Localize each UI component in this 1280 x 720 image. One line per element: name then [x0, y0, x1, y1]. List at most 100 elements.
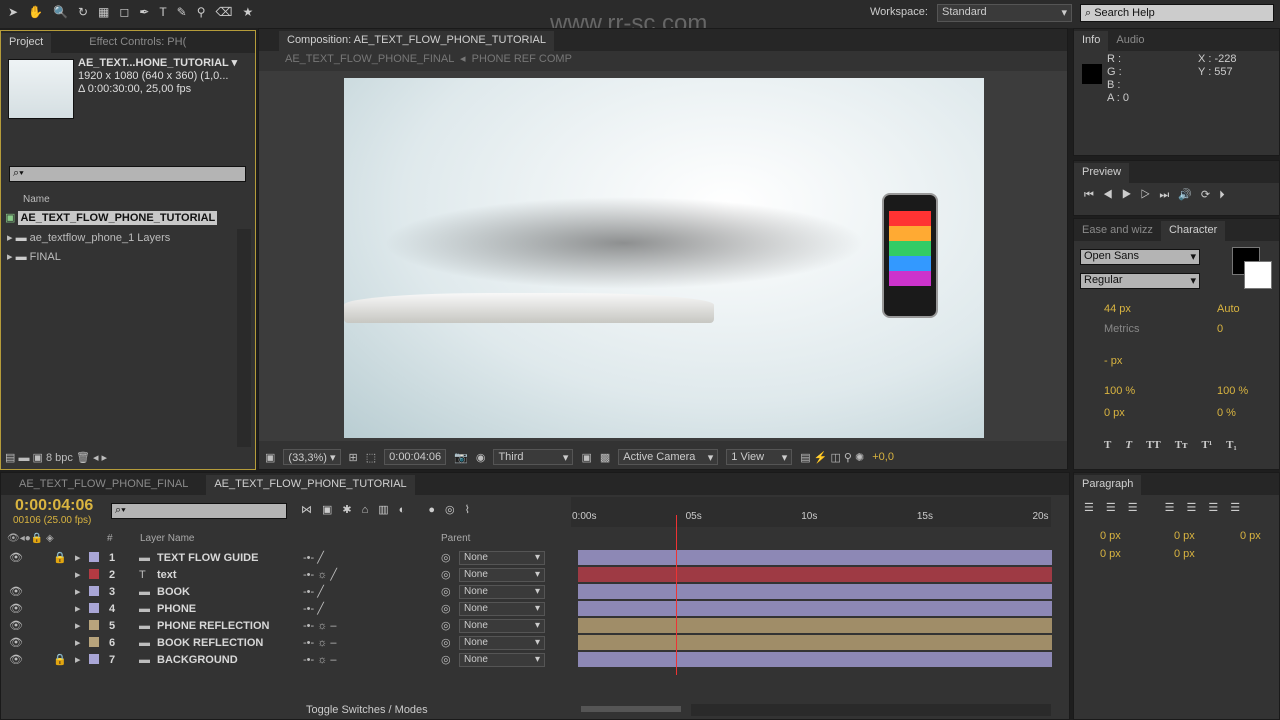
bpc-label[interactable]: 8 bpc: [46, 452, 73, 464]
search-help-input[interactable]: ⌕ Search Help: [1080, 4, 1274, 22]
parent-select[interactable]: None ▾: [459, 652, 545, 667]
layer-row[interactable]: 👁 ▸ 6 ▬ BOOK REFLECTION -•- ☼ – ◎ None ▾: [1, 634, 1071, 651]
project-scrollbar[interactable]: [237, 229, 251, 447]
layer-name[interactable]: text: [157, 569, 177, 581]
comp-name[interactable]: AE_TEXT...HONE_TUTORIAL ▾: [78, 57, 237, 70]
comp-viewer[interactable]: [259, 71, 1067, 441]
layer-name[interactable]: BACKGROUND: [157, 654, 238, 666]
pickwhip-icon[interactable]: ◎: [441, 619, 451, 632]
visibility-icon[interactable]: 👁: [9, 636, 23, 649]
lock-icon[interactable]: 🔒: [53, 653, 67, 666]
layer-duration-bar[interactable]: [578, 618, 1052, 633]
parent-select[interactable]: None ▾: [459, 550, 545, 565]
parent-select[interactable]: None ▾: [459, 567, 545, 582]
pickwhip-icon[interactable]: ◎: [441, 568, 451, 581]
visibility-icon[interactable]: 👁: [9, 653, 23, 666]
visibility-icon[interactable]: 👁: [9, 585, 23, 598]
layer-duration-bar[interactable]: [578, 584, 1052, 599]
superscript-button[interactable]: T¹: [1202, 439, 1213, 451]
baseline-shift-value[interactable]: 0 px: [1104, 407, 1125, 419]
pickwhip-icon[interactable]: ◎: [441, 585, 451, 598]
layer-switches[interactable]: -•- ╱: [303, 551, 324, 564]
layer-name[interactable]: PHONE REFLECTION: [157, 620, 269, 632]
roi-icon[interactable]: ▣: [581, 451, 591, 464]
font-size-value[interactable]: 44 px: [1104, 303, 1131, 315]
expand-arrow[interactable]: ▸: [75, 568, 81, 581]
tsume-value[interactable]: 0 %: [1217, 407, 1236, 419]
subscript-button[interactable]: T₁: [1226, 439, 1237, 451]
timeline-switch-icons[interactable]: ⋈▣✱⌂▥◐ ●◎⌇: [301, 503, 480, 516]
layer-switches[interactable]: -•- ☼ –: [303, 654, 337, 666]
parent-select[interactable]: None ▾: [459, 635, 545, 650]
label-color[interactable]: [89, 586, 99, 596]
vertical-scale-value[interactable]: 100 %: [1104, 385, 1135, 397]
layer-row[interactable]: 👁 🔒 ▸ 1 ▬ TEXT FLOW GUIDE -•- ╱ ◎ None ▾: [1, 549, 1071, 566]
pickwhip-icon[interactable]: ◎: [441, 551, 451, 564]
view-layout-select[interactable]: 1 View ▾: [726, 449, 793, 465]
expand-arrow[interactable]: ▸: [75, 653, 81, 666]
channels-icon[interactable]: ◉: [476, 451, 486, 464]
layer-switches[interactable]: -•- ☼ –: [303, 637, 337, 649]
small-caps-button[interactable]: Tт: [1175, 439, 1188, 451]
layer-duration-bar[interactable]: [578, 652, 1052, 667]
project-item[interactable]: ▣ AE_TEXT_FLOW_PHONE_TUTORIAL: [5, 211, 235, 228]
grid-icon[interactable]: ⊞: [349, 451, 358, 464]
col-parent[interactable]: Parent: [441, 533, 470, 544]
layer-duration-bar[interactable]: [578, 567, 1052, 582]
col-layer-name[interactable]: Layer Name: [140, 533, 194, 544]
column-name[interactable]: Name: [23, 194, 50, 205]
tab-character[interactable]: Character: [1160, 221, 1226, 241]
preview-controls[interactable]: ⏮◀▶▷⏭🔊⟳⏵: [1084, 188, 1234, 202]
indent-right-value[interactable]: 0 px: [1240, 530, 1261, 542]
tab-preview[interactable]: Preview: [1074, 163, 1130, 183]
tab-ease-and-wizz[interactable]: Ease and wizz: [1074, 221, 1161, 241]
stroke-color-swatch[interactable]: [1244, 261, 1272, 289]
checkerboard-icon[interactable]: ▩: [600, 451, 610, 464]
layer-name[interactable]: BOOK: [157, 586, 190, 598]
horizontal-scale-value[interactable]: 100 %: [1217, 385, 1248, 397]
layer-duration-bar[interactable]: [578, 601, 1052, 616]
indent-first-value[interactable]: 0 px: [1174, 530, 1195, 542]
layer-row[interactable]: 👁 🔒 ▸ 7 ▬ BACKGROUND -•- ☼ – ◎ None ▾: [1, 651, 1071, 668]
tab-audio[interactable]: Audio: [1108, 31, 1152, 51]
zoom-select[interactable]: (33,3%) ▾: [283, 449, 341, 465]
layer-name[interactable]: BOOK REFLECTION: [157, 637, 263, 649]
timeline-zoom-slider[interactable]: [581, 706, 681, 712]
align-buttons[interactable]: ☰☰☰ ☰☰☰☰: [1084, 501, 1252, 514]
label-color[interactable]: [89, 637, 99, 647]
layer-row[interactable]: 👁 ▸ 3 ▬ BOOK -•- ╱ ◎ None ▾: [1, 583, 1071, 600]
space-before-value[interactable]: 0 px: [1100, 548, 1121, 560]
indent-left-value[interactable]: 0 px: [1100, 530, 1121, 542]
visibility-icon[interactable]: 👁: [9, 619, 23, 632]
expand-arrow[interactable]: ▸: [75, 636, 81, 649]
tab-composition[interactable]: Composition: AE_TEXT_FLOW_PHONE_TUTORIAL: [279, 31, 554, 51]
label-color[interactable]: [89, 569, 99, 579]
layer-switches[interactable]: -•- ╱: [303, 602, 324, 615]
layer-switches[interactable]: -•- ☼ ╱: [303, 568, 337, 581]
stroke-width-value[interactable]: - px: [1104, 355, 1122, 367]
project-item[interactable]: ▸ ▬ FINAL: [7, 250, 61, 263]
resolution-select[interactable]: Third ▾: [493, 449, 574, 465]
parent-select[interactable]: None ▾: [459, 584, 545, 599]
all-caps-button[interactable]: TT: [1146, 439, 1161, 451]
font-family-select[interactable]: Open Sans ▾: [1080, 249, 1200, 265]
space-after-value[interactable]: 0 px: [1174, 548, 1195, 560]
camera-select[interactable]: Active Camera ▾: [618, 449, 719, 465]
timecode-field[interactable]: 0:00:04:06: [384, 449, 447, 465]
toggle-switches-modes-button[interactable]: Toggle Switches / Modes: [306, 704, 428, 716]
tab-effect-controls[interactable]: Effect Controls: PH(: [81, 33, 194, 53]
region-icon[interactable]: ▣: [265, 451, 275, 464]
layer-row[interactable]: ▸ 2 T text -•- ☼ ╱ ◎ None ▾: [1, 566, 1071, 583]
tab-project[interactable]: Project: [1, 33, 52, 53]
expand-arrow[interactable]: ▸: [75, 619, 81, 632]
transparency-icon[interactable]: ⬚: [366, 451, 376, 464]
pickwhip-icon[interactable]: ◎: [441, 636, 451, 649]
camera-icon[interactable]: 📷: [454, 451, 468, 464]
label-color[interactable]: [89, 620, 99, 630]
layer-switches[interactable]: -•- ☼ –: [303, 620, 337, 632]
tracking-value[interactable]: 0: [1217, 323, 1223, 335]
parent-select[interactable]: None ▾: [459, 618, 545, 633]
layer-name[interactable]: TEXT FLOW GUIDE: [157, 552, 258, 564]
pickwhip-icon[interactable]: ◎: [441, 653, 451, 666]
layer-name[interactable]: PHONE: [157, 603, 196, 615]
